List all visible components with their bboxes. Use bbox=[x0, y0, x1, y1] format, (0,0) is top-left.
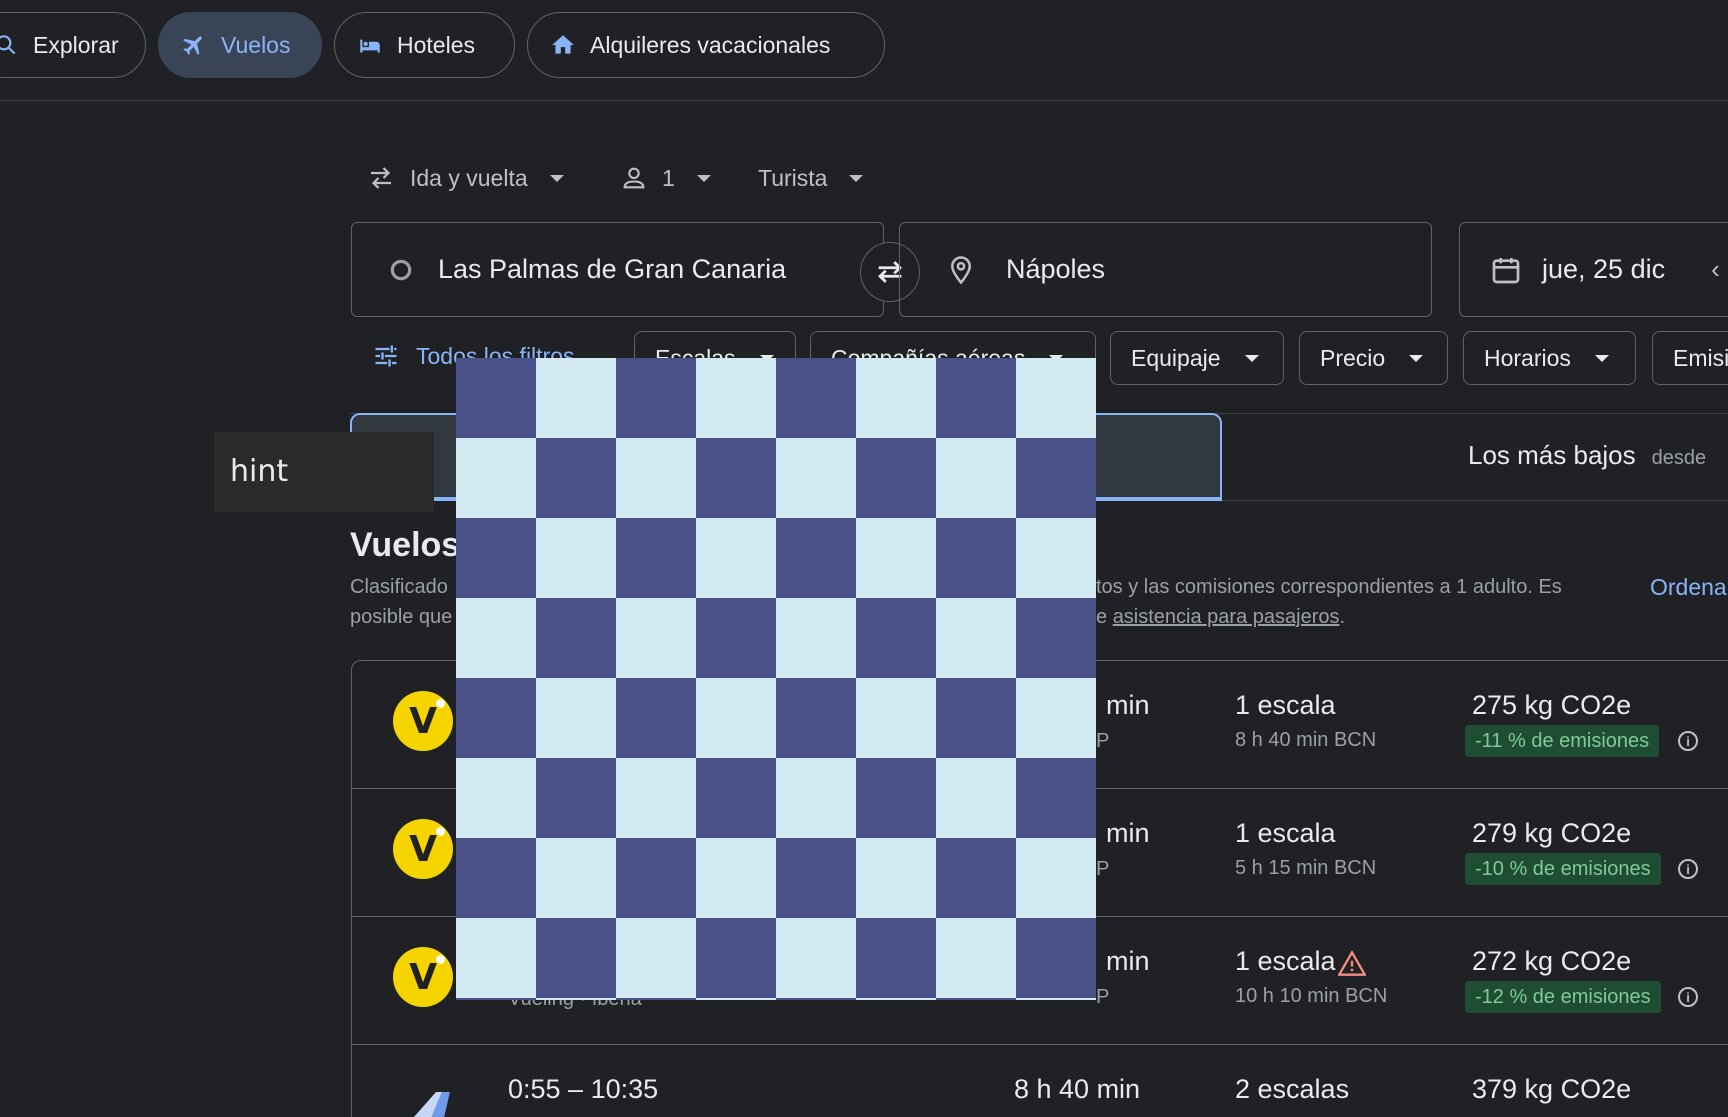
flight-airports: P bbox=[1096, 858, 1110, 880]
nav-hotels-label: Hoteles bbox=[397, 31, 475, 58]
plane-icon bbox=[183, 36, 202, 55]
results-desc-line1-end: tos y las comisiones correspondientes a … bbox=[1096, 576, 1562, 598]
chevron-down-icon bbox=[1594, 354, 1609, 362]
chevron-down-icon bbox=[849, 174, 864, 182]
destination-field[interactable]: Nápoles bbox=[899, 222, 1432, 317]
calendar-icon bbox=[1492, 257, 1520, 283]
nav-flights-label: Vuelos bbox=[221, 31, 291, 58]
nav-explore-label: Explorar bbox=[33, 31, 119, 58]
results-title: Vuelos bbox=[350, 526, 461, 564]
tune-icon bbox=[375, 345, 397, 367]
house-icon bbox=[552, 35, 574, 54]
sort-button[interactable]: Ordena bbox=[1650, 574, 1727, 601]
search-icon bbox=[0, 35, 16, 55]
passengers-count: 1 bbox=[662, 164, 675, 191]
emissions-badge: -10 % de emisiones bbox=[1465, 853, 1661, 885]
origin-field[interactable]: Las Palmas de Gran Canaria bbox=[351, 222, 884, 317]
tab-cheapest-label: Los más bajos bbox=[1468, 440, 1636, 470]
info-icon[interactable]: i bbox=[1678, 987, 1698, 1007]
vueling-logo: V bbox=[393, 947, 453, 1007]
destination-value: Nápoles bbox=[1006, 254, 1106, 284]
chevron-down-icon bbox=[549, 174, 564, 182]
flight-stops: 2 escalas bbox=[1235, 1074, 1350, 1104]
tab-cheapest[interactable]: Los más bajos desde bbox=[1468, 440, 1706, 471]
info-icon[interactable]: i bbox=[1678, 731, 1698, 751]
info-icon[interactable]: i bbox=[1678, 859, 1698, 879]
filter-price[interactable]: Precio bbox=[1299, 331, 1448, 385]
origin-circle-icon bbox=[390, 259, 412, 280]
filter-emissions-label: Emisi bbox=[1673, 344, 1728, 371]
swap-arrows-icon bbox=[371, 167, 391, 189]
airline-logo-icon bbox=[413, 1092, 450, 1117]
flight-stop-detail: 10 h 10 min BCN bbox=[1235, 985, 1388, 1007]
nav-vacation-rentals-label: Alquileres vacacionales bbox=[590, 31, 831, 58]
passengers-select[interactable]: 1 bbox=[620, 160, 711, 196]
results-desc-period: . bbox=[1339, 606, 1346, 628]
flight-co2: 275 kg CO2e bbox=[1472, 690, 1632, 720]
nav-flights[interactable]: Vuelos bbox=[158, 12, 322, 78]
flight-stops: 1 escala bbox=[1235, 690, 1336, 720]
flight-duration: min bbox=[1106, 690, 1150, 720]
filter-times[interactable]: Horarios bbox=[1463, 331, 1636, 385]
flight-duration: min bbox=[1106, 946, 1150, 976]
person-icon bbox=[623, 167, 645, 189]
results-desc-line2-start: posible que bbox=[350, 606, 453, 628]
flight-airports: P bbox=[1096, 986, 1110, 1008]
flight-co2: 272 kg CO2e bbox=[1472, 946, 1632, 976]
flight-duration: min bbox=[1106, 818, 1150, 848]
results-desc-line2-end: e asistencia para pasajeros. bbox=[1096, 606, 1345, 629]
location-pin-icon bbox=[950, 255, 972, 284]
top-divider bbox=[0, 100, 1728, 101]
vueling-logo: V bbox=[393, 691, 453, 751]
origin-value: Las Palmas de Gran Canaria bbox=[438, 254, 787, 284]
chevron-left-icon[interactable]: ‹ bbox=[1711, 254, 1720, 285]
results-desc-line1-start: Clasificado bbox=[350, 576, 448, 598]
filter-bags[interactable]: Equipaje bbox=[1110, 331, 1284, 385]
tab-cheapest-from: desde bbox=[1651, 447, 1707, 469]
cabin-label: Turista bbox=[758, 164, 828, 191]
filter-price-label: Precio bbox=[1320, 344, 1386, 371]
vueling-logo: V bbox=[393, 819, 453, 879]
results-desc-mid: e bbox=[1096, 606, 1113, 628]
nav-hotels[interactable]: Hoteles bbox=[334, 12, 515, 78]
nav-vacation-rentals[interactable]: Alquileres vacacionales bbox=[527, 12, 885, 78]
flight-stops: 1 escala bbox=[1235, 946, 1336, 976]
flight-stop-detail: 5 h 15 min BCN bbox=[1235, 857, 1377, 879]
filter-times-label: Horarios bbox=[1484, 344, 1571, 371]
departure-date-value: jue, 25 dic bbox=[1542, 254, 1666, 284]
emissions-badge: -11 % de emisiones bbox=[1465, 725, 1660, 757]
nav-explore[interactable]: Explorar bbox=[0, 12, 146, 78]
flight-airports: P bbox=[1096, 730, 1110, 752]
hint-tooltip: hint bbox=[214, 432, 434, 512]
chevron-down-icon bbox=[1409, 354, 1424, 362]
flight-co2: 279 kg CO2e bbox=[1472, 818, 1632, 848]
row-divider bbox=[352, 1044, 1728, 1045]
chevron-down-icon bbox=[1244, 354, 1259, 362]
warning-icon bbox=[1338, 950, 1366, 976]
filter-bags-label: Equipaje bbox=[1131, 344, 1221, 371]
filter-emissions[interactable]: Emisi bbox=[1652, 331, 1728, 385]
cabin-select[interactable]: Turista bbox=[758, 160, 864, 196]
bed-icon bbox=[360, 39, 380, 53]
chevron-down-icon bbox=[696, 174, 711, 182]
emissions-badge: -12 % de emisiones bbox=[1465, 981, 1661, 1013]
flight-co2: 379 kg CO2e bbox=[1472, 1074, 1632, 1104]
flight-stop-detail: 8 h 40 min BCN bbox=[1235, 729, 1377, 751]
flight-duration: 8 h 40 min bbox=[1014, 1074, 1141, 1104]
departure-date-field[interactable]: jue, 25 dic ‹ bbox=[1459, 222, 1728, 317]
trip-type-select[interactable]: Ida y vuelta bbox=[366, 160, 564, 196]
passenger-assistance-link[interactable]: asistencia para pasajeros bbox=[1113, 606, 1340, 628]
flight-times: 0:55 – 10:35 bbox=[508, 1074, 659, 1104]
trip-type-label: Ida y vuelta bbox=[410, 164, 528, 191]
checkerboard-overlay bbox=[456, 358, 1096, 1000]
flight-stops: 1 escala bbox=[1235, 818, 1336, 848]
